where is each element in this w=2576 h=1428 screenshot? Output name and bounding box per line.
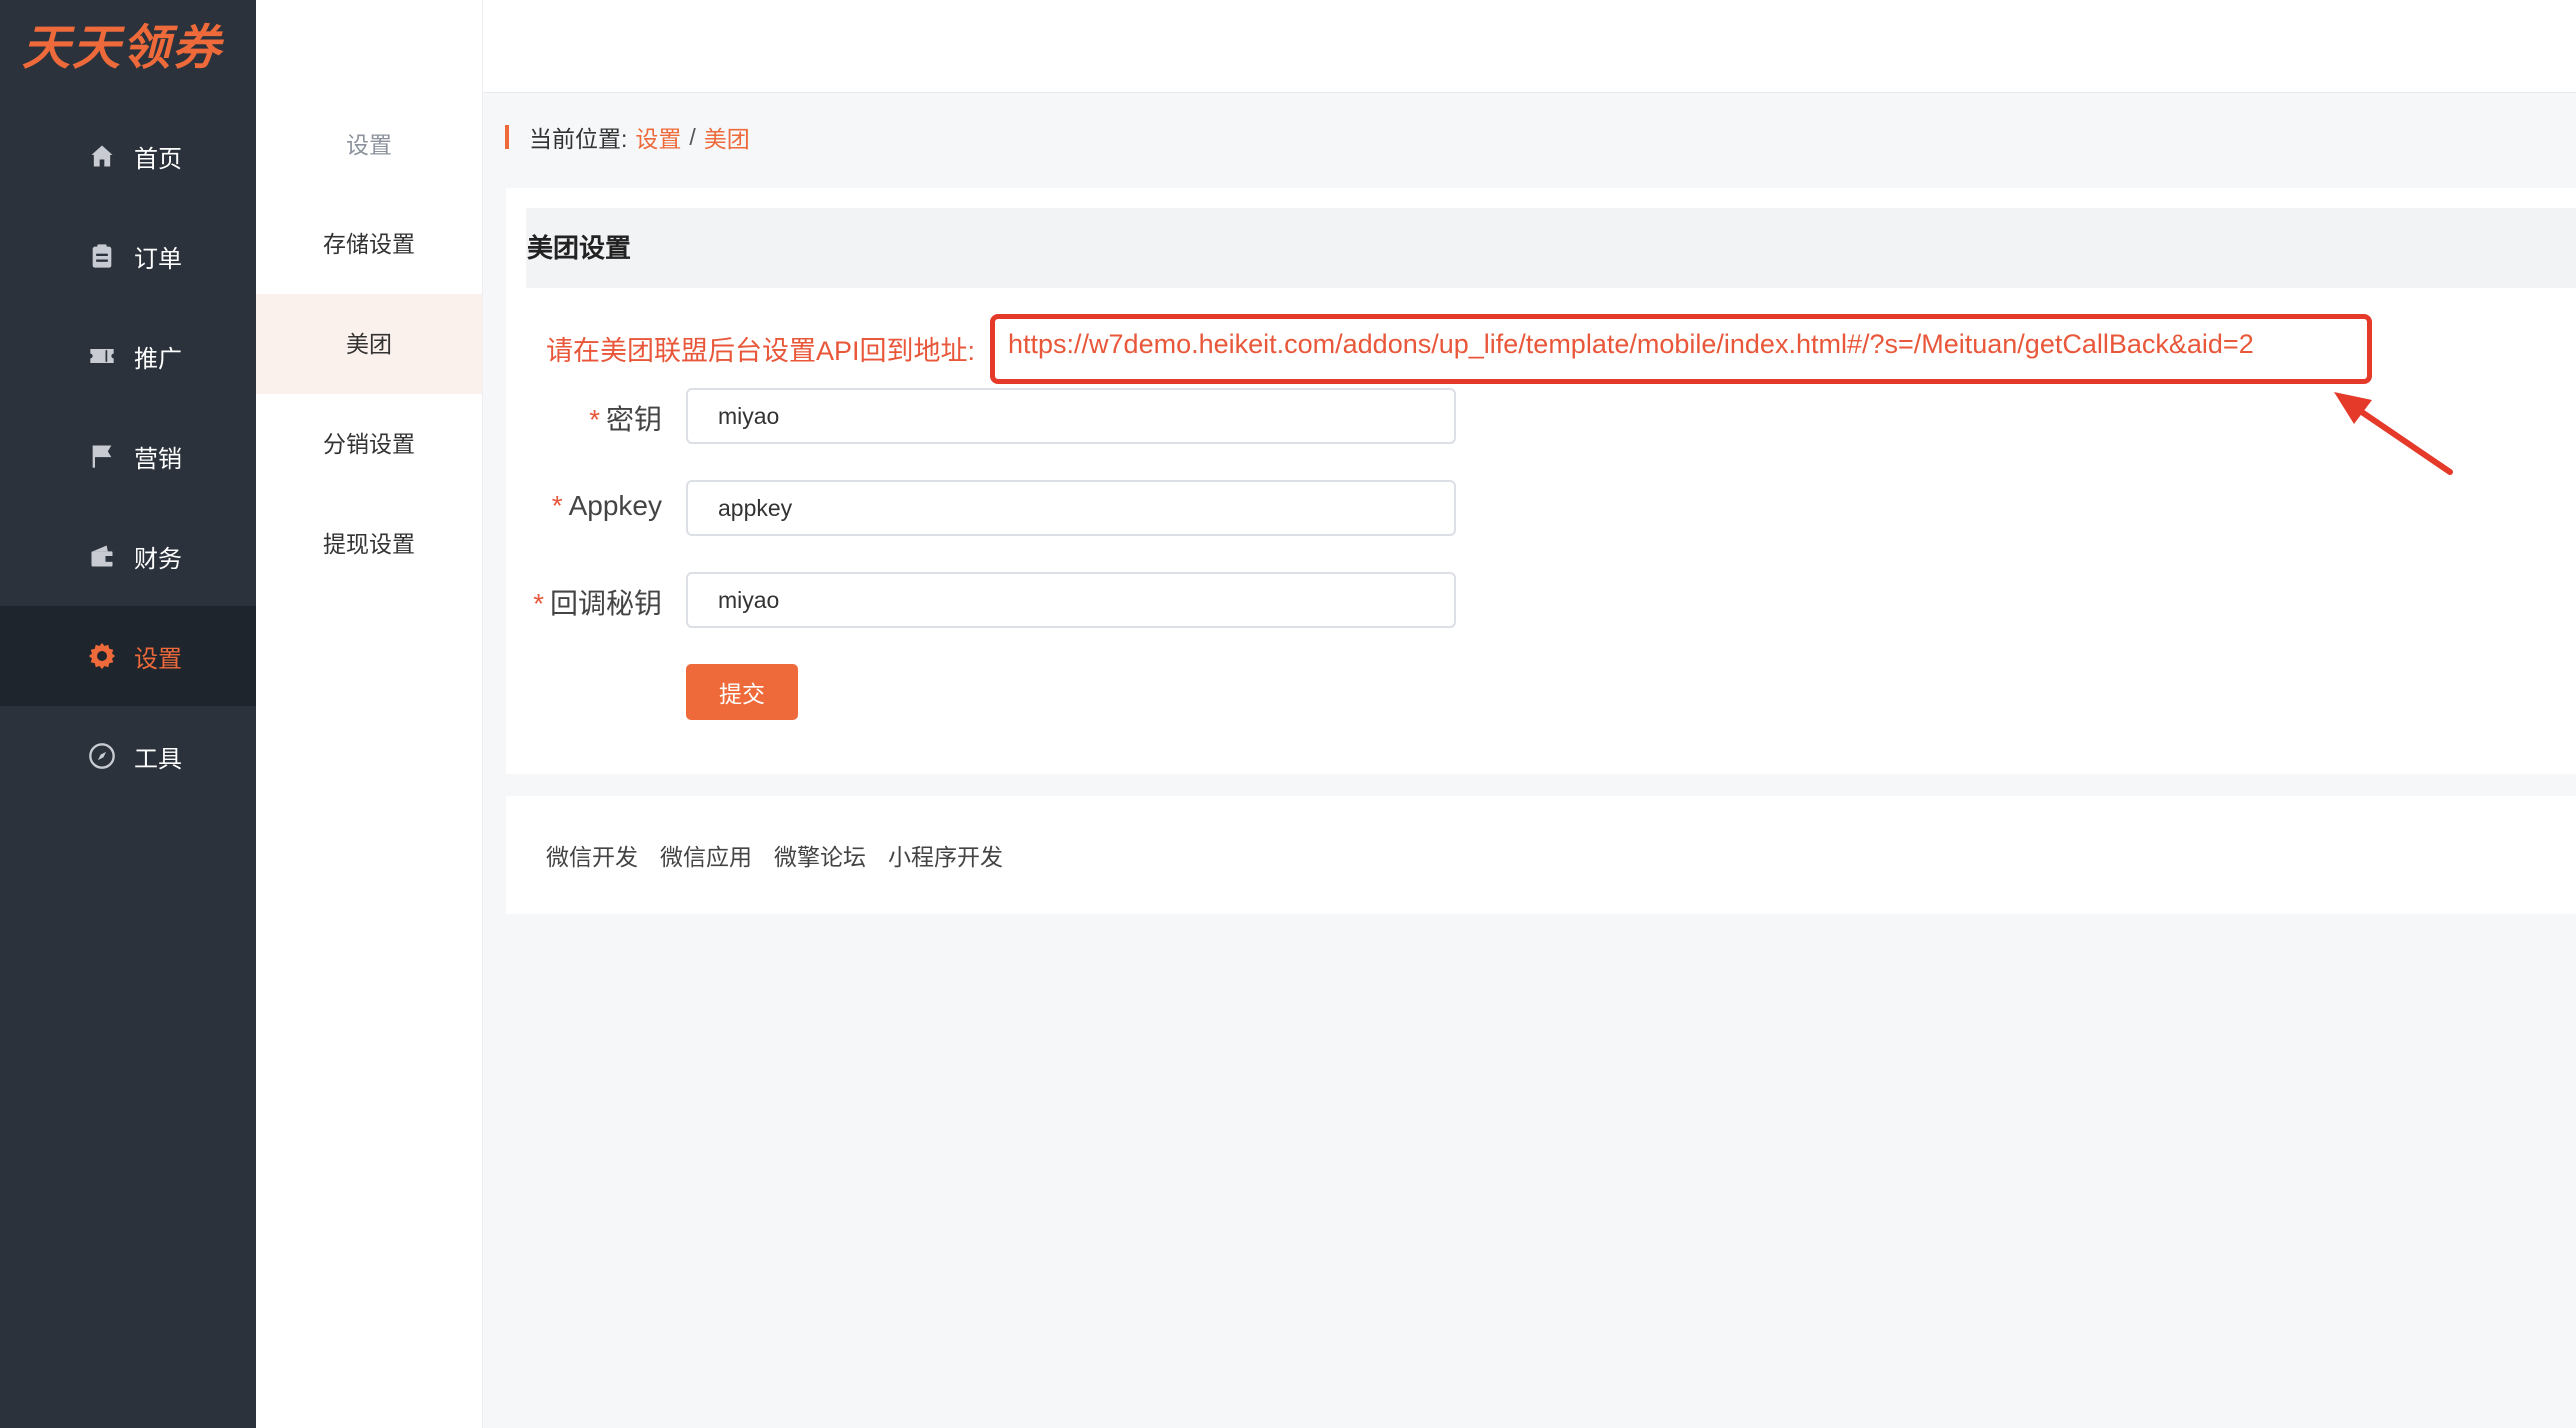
footer-link-forum[interactable]: 微擎论坛	[774, 838, 866, 872]
nav-label-home: 首页	[134, 145, 182, 173]
app-logo[interactable]: 天天领券	[22, 8, 222, 78]
ticket-icon	[82, 342, 122, 370]
nav-item-finance[interactable]: 财务	[0, 506, 256, 606]
callback-secret-input[interactable]	[686, 572, 1456, 628]
nav-label-marketing: 营销	[134, 445, 182, 473]
callback-notice-text: 请在美团联盟后台设置API回到地址:	[546, 336, 976, 366]
wallet-icon	[82, 542, 122, 570]
nav-item-home[interactable]: 首页	[0, 106, 256, 206]
card-header	[526, 208, 2576, 288]
submit-button[interactable]: 提交	[686, 664, 798, 720]
field-label-secret-key: * 密钥	[589, 404, 662, 435]
compass-icon	[82, 742, 122, 770]
submenu-item-meituan[interactable]: 美团	[256, 294, 482, 394]
top-header-bar	[256, 0, 2576, 93]
nav-item-settings[interactable]: 设置	[0, 606, 256, 706]
main-sidebar: 天天领券 首页 订单 推广 营销 财务 设置 工具	[0, 0, 256, 1428]
clipboard-icon	[82, 242, 122, 270]
footer-links: 微信开发 微信应用 微擎论坛 小程序开发	[546, 838, 1003, 872]
submenu-item-storage[interactable]: 存储设置	[256, 194, 482, 294]
breadcrumb-separator: /	[689, 123, 696, 150]
field-label-appkey: * Appkey	[551, 490, 662, 521]
footer-link-wechat-dev[interactable]: 微信开发	[546, 838, 638, 872]
footer-link-wechat-apps[interactable]: 微信应用	[660, 838, 752, 872]
submenu-item-distribution[interactable]: 分销设置	[256, 394, 482, 494]
nav-label-finance: 财务	[134, 545, 182, 573]
secret-key-input[interactable]	[686, 388, 1456, 444]
required-mark: *	[589, 404, 600, 435]
nav-item-promotion[interactable]: 推广	[0, 306, 256, 406]
submenu-item-withdraw[interactable]: 提现设置	[256, 494, 482, 594]
appkey-input[interactable]	[686, 480, 1456, 536]
nav-item-tools[interactable]: 工具	[0, 706, 256, 806]
breadcrumb: 当前位置: 设置 / 美团	[505, 117, 750, 157]
submenu-title: 设置	[346, 132, 392, 158]
gear-icon	[82, 641, 122, 671]
card-title: 美团设置	[527, 233, 632, 263]
required-mark: *	[551, 490, 563, 521]
url-highlight-box	[990, 314, 2372, 384]
nav-item-orders[interactable]: 订单	[0, 206, 256, 306]
field-label-callback-secret: * 回调秘钥	[533, 588, 662, 619]
nav-label-tools: 工具	[134, 745, 182, 773]
breadcrumb-link-settings[interactable]: 设置	[635, 120, 681, 154]
breadcrumb-link-meituan[interactable]: 美团	[704, 120, 750, 154]
flag-icon	[82, 442, 122, 470]
footer-link-miniprogram-dev[interactable]: 小程序开发	[888, 838, 1003, 872]
home-icon	[82, 142, 122, 170]
annotation-arrow-icon	[2334, 392, 2453, 475]
breadcrumb-accent-bar	[505, 125, 509, 149]
required-mark: *	[533, 588, 544, 619]
nav-item-marketing[interactable]: 营销	[0, 406, 256, 506]
nav-label-promotion: 推广	[134, 345, 182, 373]
settings-submenu: 设置 存储设置 美团 分销设置 提现设置	[256, 0, 483, 1428]
nav-label-settings: 设置	[134, 645, 182, 673]
breadcrumb-prefix: 当前位置:	[529, 126, 628, 152]
nav-label-orders: 订单	[134, 245, 182, 273]
